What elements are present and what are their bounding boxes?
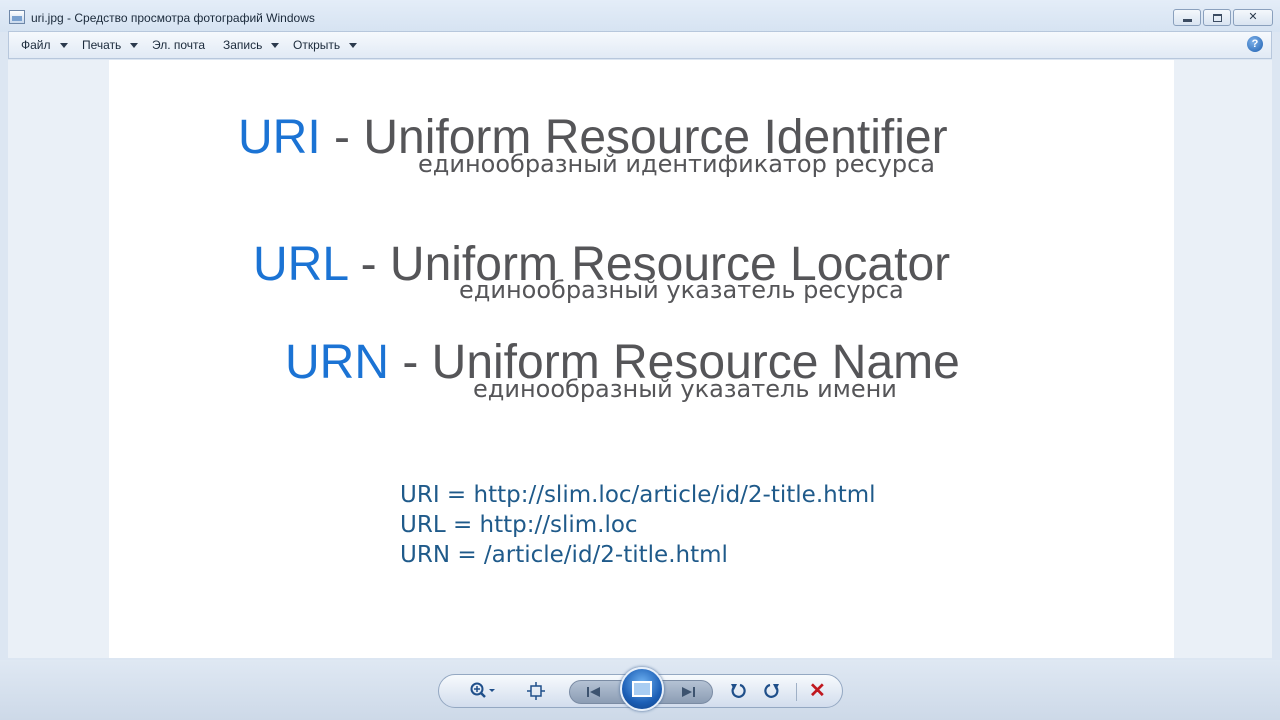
delete-icon[interactable]: ✕ <box>809 681 826 701</box>
menu-file[interactable]: Файл <box>21 38 68 52</box>
menu-burn-label: Запись <box>223 38 263 52</box>
menu-bar: Файл Печать Эл. почта Запись Открыть ? <box>8 31 1272 59</box>
menu-burn[interactable]: Запись <box>223 38 280 52</box>
controls-pill: ✕ <box>438 667 843 711</box>
separator <box>796 683 797 701</box>
actual-size-icon[interactable] <box>525 681 547 707</box>
url-abbr: URL <box>253 238 348 291</box>
url-subtitle: единообразный указатель ресурса <box>459 276 904 304</box>
uri-subtitle: единообразный идентификатор ресурса <box>418 150 935 178</box>
image-viewport[interactable]: URI - Uniform Resource Identifier единоо… <box>8 60 1272 658</box>
example-urn: URN = /article/id/2-title.html <box>400 542 728 568</box>
chevron-down-icon <box>130 42 139 48</box>
slideshow-icon <box>632 681 652 697</box>
zoom-icon[interactable] <box>467 681 499 707</box>
window-title: uri.jpg - Средство просмотра фотографий … <box>31 11 315 25</box>
uri-examples: URI = http://slim.loc/article/id/2-title… <box>400 480 876 570</box>
menu-print[interactable]: Печать <box>82 38 139 52</box>
next-icon[interactable] <box>678 683 698 707</box>
menu-open-label: Открыть <box>293 38 341 52</box>
urn-abbr: URN <box>285 336 389 389</box>
rotate-clockwise-icon[interactable] <box>761 681 783 707</box>
chevron-down-icon <box>349 42 358 48</box>
menu-print-label: Печать <box>82 38 122 52</box>
minimize-button[interactable] <box>1173 9 1201 26</box>
minimize-icon <box>1183 19 1192 22</box>
menu-open[interactable]: Открыть <box>293 38 358 52</box>
slideshow-button[interactable] <box>620 667 664 711</box>
displayed-photo: URI - Uniform Resource Identifier единоо… <box>109 60 1174 658</box>
control-bar: ✕ <box>0 660 1280 720</box>
menu-email[interactable]: Эл. почта <box>152 38 205 52</box>
rotate-counterclockwise-icon[interactable] <box>727 681 749 707</box>
chevron-down-icon <box>271 42 280 48</box>
help-icon[interactable]: ? <box>1247 36 1263 52</box>
uri-abbr: URI <box>238 111 321 164</box>
example-url: URL = http://slim.loc <box>400 512 638 538</box>
menu-email-label: Эл. почта <box>152 38 206 52</box>
close-button[interactable]: ✕ <box>1233 9 1273 26</box>
example-uri: URI = http://slim.loc/article/id/2-title… <box>400 482 876 508</box>
previous-icon[interactable] <box>584 683 604 707</box>
title-bar[interactable]: uri.jpg - Средство просмотра фотографий … <box>0 0 1280 32</box>
chevron-down-icon <box>59 42 68 48</box>
maximize-button[interactable] <box>1203 9 1231 26</box>
menu-file-label: Файл <box>21 38 51 52</box>
photo-viewer-app-icon[interactable] <box>9 10 25 24</box>
maximize-icon <box>1213 14 1222 22</box>
caption-buttons: ✕ <box>1173 9 1273 26</box>
close-icon: ✕ <box>1248 11 1258 23</box>
urn-subtitle: единообразный указатель имени <box>473 375 897 403</box>
